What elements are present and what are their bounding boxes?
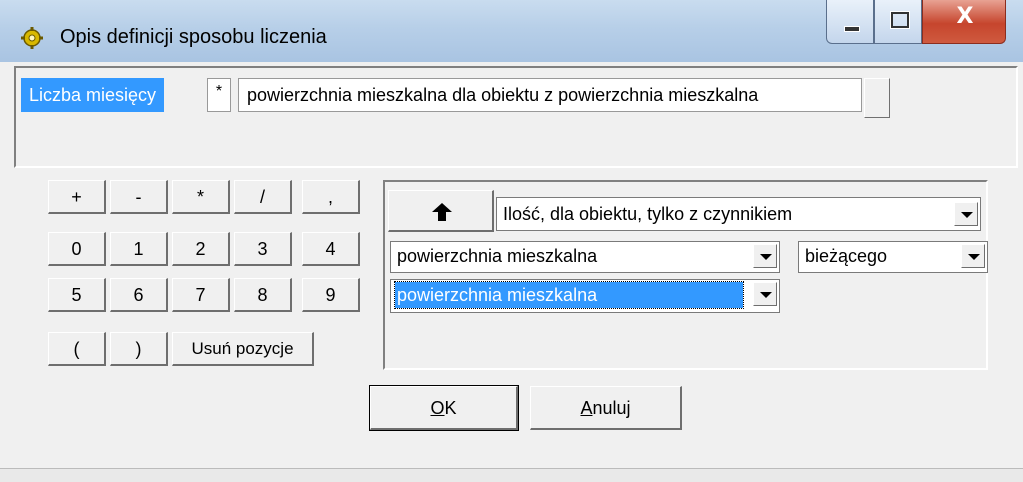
formula-item-empty[interactable]	[864, 78, 890, 118]
key-9[interactable]: 9	[302, 278, 360, 312]
arrow-up-icon	[432, 203, 452, 221]
title-bar[interactable]: Opis definicji sposobu liczenia X	[0, 0, 1023, 62]
ok-label: K	[444, 398, 457, 418]
formula-item-months[interactable]: Liczba miesięcy	[21, 78, 165, 112]
chevron-down-icon[interactable]	[753, 244, 777, 268]
minimize-icon	[844, 26, 860, 32]
formula-item-operator[interactable]: *	[207, 78, 231, 112]
parameter-select[interactable]: powierzchnia mieszkalna	[390, 241, 780, 273]
period-value: bieżącego	[805, 246, 888, 266]
key-5[interactable]: 5	[48, 278, 106, 312]
chevron-down-icon[interactable]	[753, 282, 777, 306]
chevron-down-icon[interactable]	[961, 244, 985, 268]
key-6[interactable]: 6	[110, 278, 168, 312]
minimize-button[interactable]	[826, 0, 874, 44]
key-minus[interactable]: -	[110, 180, 168, 214]
delete-item-button[interactable]: Usuń pozycje	[172, 332, 314, 366]
key-1[interactable]: 1	[110, 232, 168, 266]
ok-accelerator: O	[430, 398, 445, 418]
formula-item-area[interactable]: powierzchnia mieszkalna dla obiektu z po…	[238, 78, 862, 112]
quantity-type-value: Ilość, dla obiektu, tylko z czynnikiem	[503, 204, 793, 224]
cancel-button[interactable]: Anuluj	[530, 386, 682, 430]
chevron-down-icon[interactable]	[954, 202, 978, 226]
key-divide[interactable]: /	[234, 180, 292, 214]
parameter-value: powierzchnia mieszkalna	[397, 246, 598, 266]
key-comma[interactable]: ,	[302, 180, 360, 214]
key-plus[interactable]: +	[48, 180, 106, 214]
key-4[interactable]: 4	[302, 232, 360, 266]
factor-select[interactable]: powierzchnia mieszkalna	[390, 279, 780, 313]
key-0[interactable]: 0	[48, 232, 106, 266]
window-bottom-border	[0, 468, 1023, 482]
app-gear-icon	[20, 26, 44, 50]
cancel-label: nuluj	[592, 398, 631, 418]
quantity-type-select[interactable]: Ilość, dla obiektu, tylko z czynnikiem	[496, 197, 981, 231]
key-3[interactable]: 3	[234, 232, 292, 266]
dialog-window: Opis definicji sposobu liczenia X Liczba…	[0, 0, 1023, 482]
key-2[interactable]: 2	[172, 232, 230, 266]
close-icon: X	[956, 4, 974, 29]
key-8[interactable]: 8	[234, 278, 292, 312]
window-title: Opis definicji sposobu liczenia	[60, 26, 327, 48]
maximize-icon	[891, 12, 909, 28]
key-open-paren[interactable]: (	[48, 332, 106, 366]
cancel-accelerator: A	[580, 398, 593, 418]
key-multiply[interactable]: *	[172, 180, 230, 214]
key-close-paren[interactable]: )	[110, 332, 168, 366]
key-7[interactable]: 7	[172, 278, 230, 312]
insert-up-button[interactable]	[388, 190, 494, 232]
maximize-button[interactable]	[874, 0, 922, 44]
formula-panel: Liczba miesięcy * powierzchnia mieszkaln…	[14, 66, 1018, 168]
close-button[interactable]: X	[922, 0, 1006, 44]
ok-button[interactable]: OK	[369, 385, 519, 431]
period-select[interactable]: bieżącego	[798, 241, 988, 273]
factor-value: powierzchnia mieszkalna	[394, 281, 744, 309]
